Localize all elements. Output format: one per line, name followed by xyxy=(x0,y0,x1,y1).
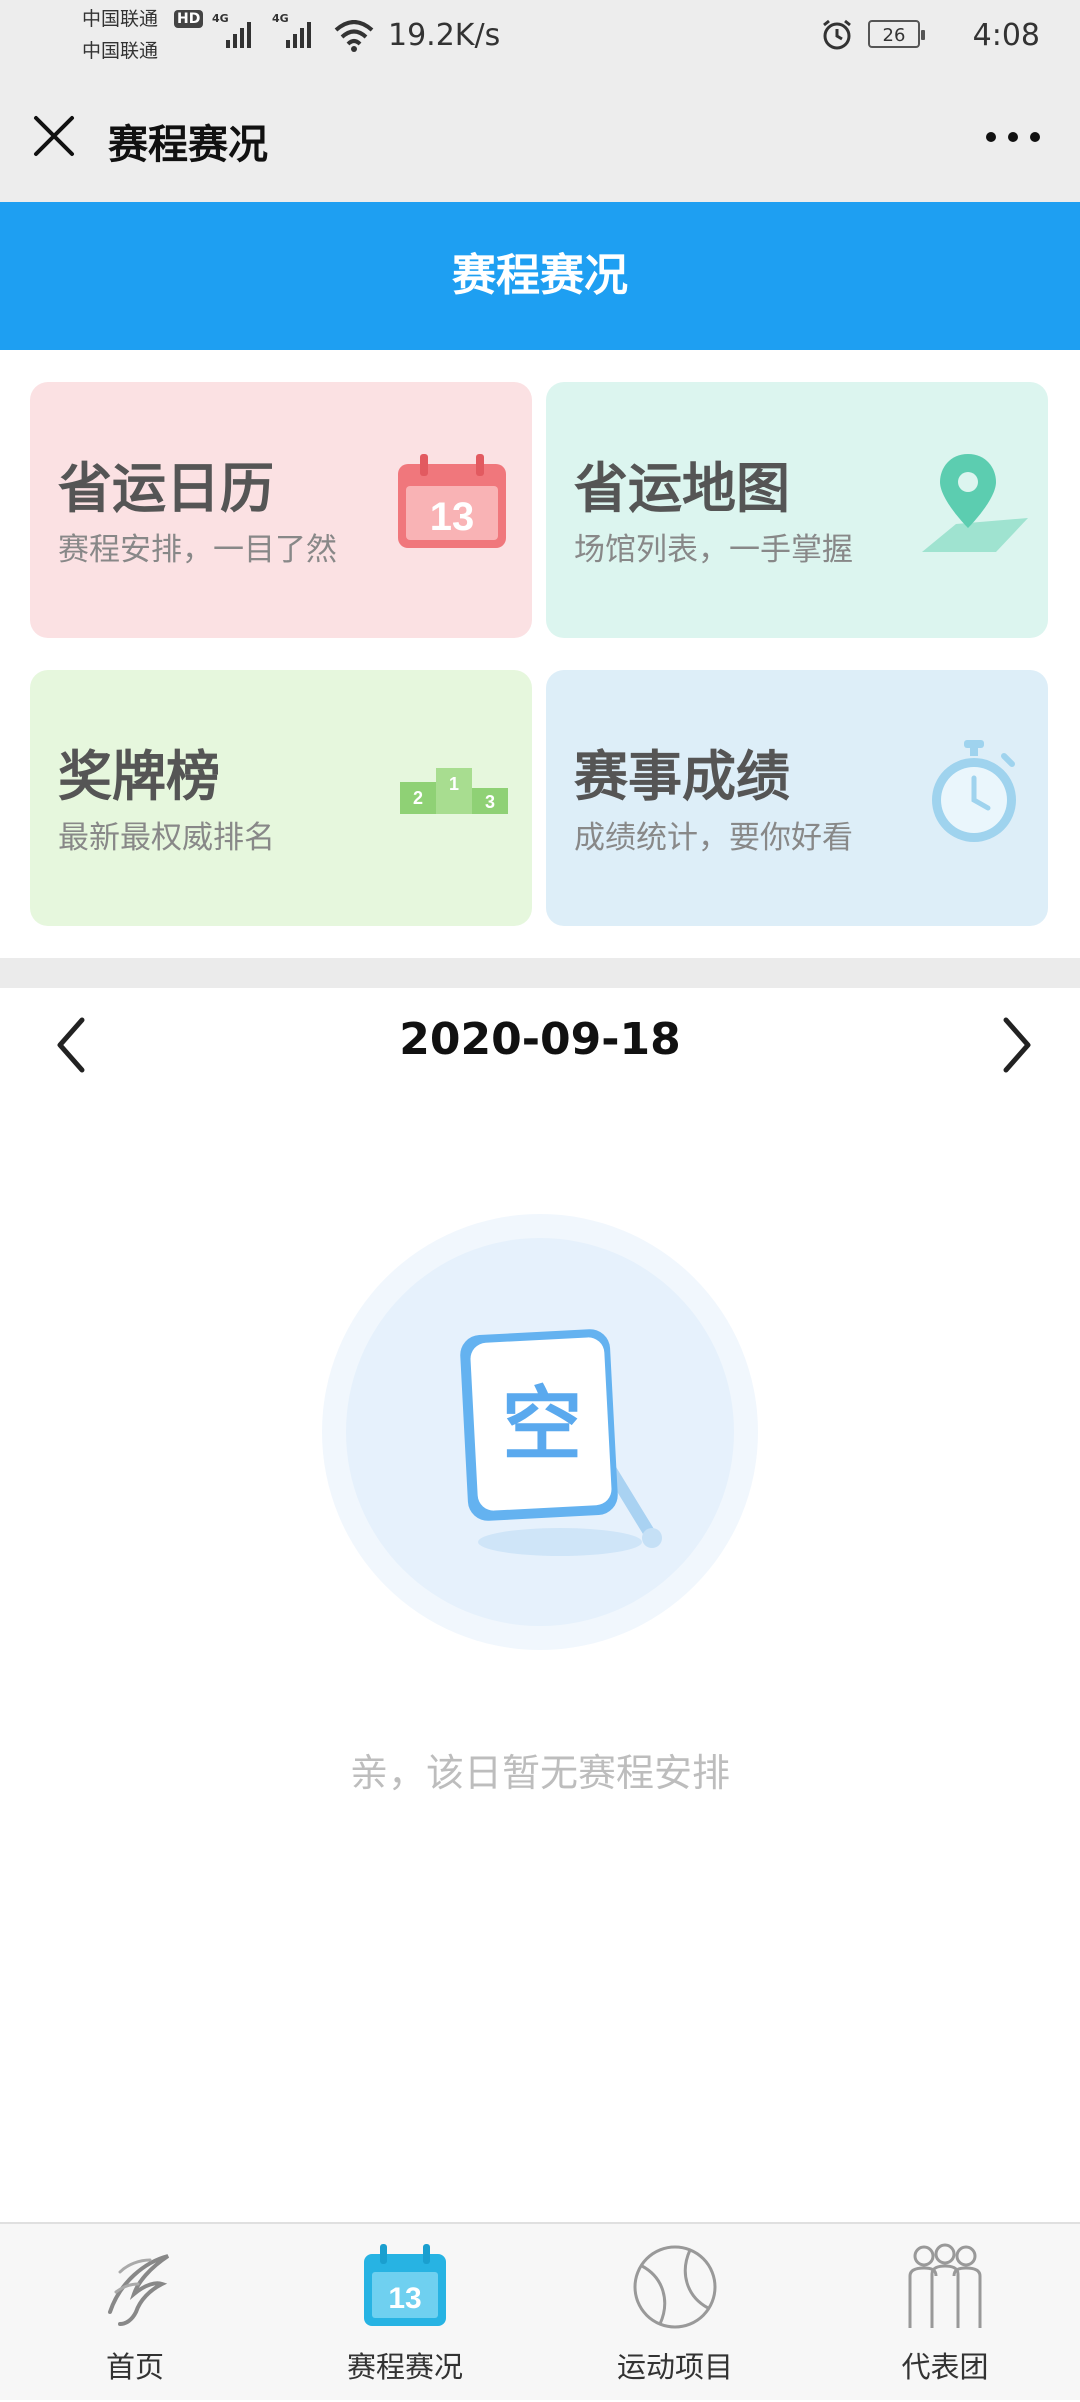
status-bar: 中国联通 中国联通 HD 4G 4G 19.2K/s 26 4:08 xyxy=(0,0,1080,72)
card-title: 省运日历 xyxy=(58,457,274,520)
card-map[interactable]: 省运地图 场馆列表，一手掌握 xyxy=(546,382,1048,638)
card-calendar[interactable]: 省运日历 赛程安排，一目了然 13 xyxy=(30,382,532,638)
podium-label: 1 xyxy=(449,774,459,794)
battery-icon: 26 xyxy=(868,20,925,48)
ball-icon xyxy=(633,2245,717,2329)
tab-delegation[interactable]: 代表团 xyxy=(810,2224,1080,2402)
podium-label: 3 xyxy=(485,792,495,812)
empty-message: 亲，该日暂无赛程安排 xyxy=(349,1751,730,1795)
tab-bar: 首页 13 赛程赛况 运动项目 代表团 xyxy=(0,2222,1080,2400)
hd-badge: HD xyxy=(174,10,204,28)
next-date-button[interactable] xyxy=(984,1010,1044,1080)
carrier-label: 中国联通 xyxy=(82,40,159,62)
carrier-label: 中国联通 xyxy=(82,8,159,30)
title-bar: 赛程赛况 xyxy=(0,72,1080,202)
card-subtitle: 赛程安排，一目了然 xyxy=(58,532,337,568)
section-banner: 赛程赛况 xyxy=(0,202,1080,350)
empty-state-illustration: 空 xyxy=(322,1214,758,1650)
tab-calendar-day: 13 xyxy=(388,2282,421,2315)
empty-illustration-text: 空 xyxy=(502,1378,582,1471)
calendar-icon: 13 xyxy=(364,2244,446,2326)
card-medal[interactable]: 奖牌榜 最新最权威排名 2 1 3 xyxy=(30,670,532,926)
podium-label: 2 xyxy=(413,788,423,808)
more-icon[interactable] xyxy=(986,132,1040,144)
wifi-icon xyxy=(334,20,374,52)
section-divider xyxy=(0,958,1080,988)
tab-label: 运动项目 xyxy=(616,2350,733,2384)
card-title: 奖牌榜 xyxy=(58,745,220,808)
card-subtitle: 最新最权威排名 xyxy=(58,820,275,856)
calendar-icon: 13 xyxy=(398,454,506,548)
tab-label: 首页 xyxy=(105,2350,164,2384)
page-title: 赛程赛况 xyxy=(108,122,268,168)
network-speed: 19.2K/s xyxy=(388,18,501,53)
date-label: 2020-09-18 xyxy=(399,1014,681,1065)
tab-label: 代表团 xyxy=(901,2350,989,2384)
tab-schedule[interactable]: 13 赛程赛况 xyxy=(270,2224,540,2402)
close-icon[interactable] xyxy=(28,110,80,162)
stopwatch-icon xyxy=(932,740,1016,842)
alarm-icon xyxy=(823,19,851,50)
card-subtitle: 场馆列表，一手掌握 xyxy=(574,532,853,568)
clock: 4:08 xyxy=(972,18,1040,53)
tab-sports[interactable]: 运动项目 xyxy=(540,2224,810,2402)
podium-icon: 2 1 3 xyxy=(400,768,508,814)
tab-label: 赛程赛况 xyxy=(346,2350,463,2384)
calendar-day-text: 13 xyxy=(430,495,475,539)
logo-icon xyxy=(108,2254,170,2326)
card-subtitle: 成绩统计，要你好看 xyxy=(574,820,853,856)
card-title: 省运地图 xyxy=(574,457,790,520)
map-pin-icon xyxy=(922,454,1028,552)
tab-home[interactable]: 首页 xyxy=(0,2224,270,2402)
team-icon xyxy=(908,2243,982,2328)
card-title: 赛事成绩 xyxy=(574,745,790,808)
card-results[interactable]: 赛事成绩 成绩统计，要你好看 xyxy=(546,670,1048,926)
